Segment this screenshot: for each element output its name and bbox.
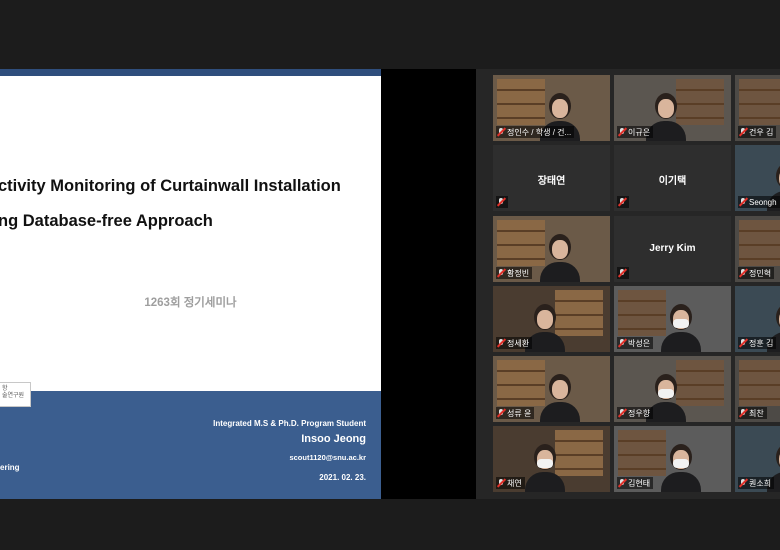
mic-muted-icon: [497, 128, 505, 136]
mic-muted-icon: [618, 409, 626, 417]
participant-name: 최찬: [749, 408, 764, 418]
participant-name-tag: 정인수 / 학생 / 건...: [496, 126, 575, 138]
participant-tile[interactable]: 황정빈: [493, 216, 610, 282]
participant-name: 건우 김: [749, 127, 774, 137]
participant-name: 정세환: [507, 338, 530, 348]
institute-logo: 항 술연구원: [0, 382, 31, 407]
mic-muted-icon: [497, 269, 505, 277]
mic-muted-icon: [739, 128, 747, 136]
mic-muted-icon: [618, 269, 626, 277]
mic-muted-icon: [618, 479, 626, 487]
mic-muted-icon: [618, 198, 626, 206]
slide-footer: Integrated M.S & Ph.D. Program Student I…: [0, 391, 381, 499]
participant-name: Seongh: [749, 197, 777, 207]
participant-tile[interactable]: Jerry Kim: [614, 216, 731, 282]
seminar-label: 1263회 정기세미나: [144, 297, 237, 309]
mic-muted-icon: [739, 339, 747, 347]
participant-tile[interactable]: 정민혁: [735, 216, 780, 282]
mic-muted-icon: [739, 198, 747, 206]
participant-tile[interactable]: 퀀소희: [735, 426, 780, 492]
mic-muted-icon: [739, 479, 747, 487]
participant-name-tag: 퀀소희: [738, 477, 775, 489]
participant-name-tag: [496, 196, 508, 208]
presenter-email: scout1120@snu.ac.kr: [289, 453, 366, 462]
participant-name: 정인수 / 학생 / 건...: [507, 127, 572, 137]
participant-name: 박성은: [628, 338, 651, 348]
participant-name-tag: 박성은: [617, 337, 654, 349]
participant-tile[interactable]: 최찬: [735, 356, 780, 422]
participant-tile[interactable]: 정우향: [614, 356, 731, 422]
participant-tile[interactable]: 이규은: [614, 75, 731, 141]
mic-muted-icon: [618, 339, 626, 347]
participant-center-name: 이기택: [658, 176, 687, 187]
participant-name: 채연: [507, 478, 522, 488]
participant-name-tag: 이규은: [617, 126, 654, 138]
participant-name: 정우향: [628, 408, 651, 418]
presenter-name: Insoo Jeong: [301, 433, 366, 445]
mic-muted-icon: [497, 339, 505, 347]
participant-name-tag: 정훈 김: [738, 337, 777, 349]
participant-name-tag: Seongh: [738, 196, 780, 208]
participant-tile[interactable]: 건우 김: [735, 75, 780, 141]
participant-name-tag: 정세환: [496, 337, 533, 349]
participant-name-tag: 채연: [496, 477, 525, 489]
participant-name: 정훈 김: [749, 338, 774, 348]
mic-muted-icon: [618, 128, 626, 136]
shared-screen-slide: ctivity Monitoring of Curtainwall Instal…: [0, 69, 381, 499]
participant-name: 정민혁: [749, 268, 772, 278]
participant-tile[interactable]: 장태연: [493, 145, 610, 211]
participant-tile[interactable]: 박성은: [614, 286, 731, 352]
slide-top-bar: [0, 69, 381, 76]
participant-name-tag: 황정빈: [496, 267, 533, 279]
participant-tile[interactable]: 정세환: [493, 286, 610, 352]
participant-name: 성류 윤: [507, 408, 532, 418]
participant-tile[interactable]: 정인수 / 학생 / 건...: [493, 75, 610, 141]
participant-name-tag: 정민혁: [738, 267, 775, 279]
slide-title-line-2: ng Database-free Approach: [0, 212, 213, 230]
participant-tile[interactable]: 정훈 김: [735, 286, 780, 352]
participant-tile[interactable]: 성류 윤: [493, 356, 610, 422]
participant-name: 황정빈: [507, 268, 530, 278]
participant-name-tag: 건우 김: [738, 126, 777, 138]
participant-name-tag: [617, 196, 629, 208]
participant-tile[interactable]: Seongh: [735, 145, 780, 211]
participant-name-tag: 김현태: [617, 477, 654, 489]
participant-name: 이규은: [628, 127, 651, 137]
mic-muted-icon: [497, 409, 505, 417]
participant-center-name: Jerry Kim: [649, 243, 696, 254]
participant-tile[interactable]: 김현태: [614, 426, 731, 492]
slide-title-line-1: ctivity Monitoring of Curtainwall Instal…: [0, 177, 341, 195]
participant-name: 김현태: [628, 478, 651, 488]
participant-name-tag: 정우향: [617, 407, 654, 419]
mic-muted-icon: [739, 269, 747, 277]
participant-name-tag: [617, 267, 629, 279]
presentation-date: 2021. 02. 23.: [319, 473, 366, 482]
meeting-background: [381, 69, 476, 499]
participant-name: 퀀소희: [749, 478, 772, 488]
participant-name-tag: 최찬: [738, 407, 767, 419]
program-label: Integrated M.S & Ph.D. Program Student: [213, 419, 366, 428]
participant-name-tag: 성류 윤: [496, 407, 535, 419]
department-fragment: ering: [0, 463, 20, 472]
participant-center-name: 장태연: [537, 176, 566, 187]
mic-muted-icon: [497, 479, 505, 487]
mic-muted-icon: [739, 409, 747, 417]
mic-muted-icon: [497, 198, 505, 206]
participant-tile[interactable]: 채연: [493, 426, 610, 492]
participant-gallery: 정인수 / 학생 / 건... 이규은 건우 김장태연 이기택 Seongh 황정빈 Jer…: [476, 69, 780, 499]
participant-tile[interactable]: 이기택: [614, 145, 731, 211]
logo-text: 항 술연구원: [2, 386, 25, 399]
